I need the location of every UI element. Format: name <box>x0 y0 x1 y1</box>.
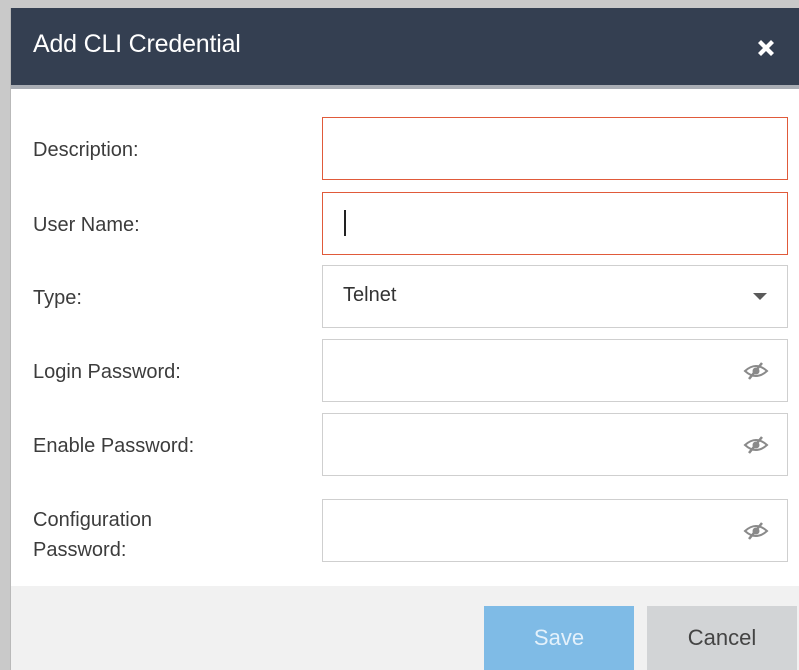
type-label: Type: <box>33 287 82 309</box>
username-input[interactable] <box>322 192 788 255</box>
login-password-input[interactable] <box>322 339 788 402</box>
dialog-footer: Save Cancel <box>11 586 799 670</box>
add-cli-credential-dialog: Add CLI Credential Description: User Nam… <box>10 8 799 670</box>
config-password-input[interactable] <box>322 499 788 562</box>
save-button[interactable]: Save <box>484 606 634 670</box>
config-password-label-line2: Password: <box>33 539 127 561</box>
username-label: User Name: <box>33 214 140 236</box>
description-input[interactable] <box>322 117 788 180</box>
description-label: Description: <box>33 139 139 161</box>
enable-password-label: Enable Password: <box>33 435 195 457</box>
eye-slash-icon[interactable] <box>742 361 770 381</box>
enable-password-input[interactable] <box>322 413 788 476</box>
login-password-label: Login Password: <box>33 361 181 383</box>
eye-slash-icon[interactable] <box>742 521 770 541</box>
dialog-titlebar: Add CLI Credential <box>11 8 799 89</box>
eye-slash-icon[interactable] <box>742 435 770 455</box>
type-select[interactable]: Telnet <box>322 265 788 328</box>
chevron-down-icon <box>753 293 767 300</box>
type-selected-value: Telnet <box>343 284 397 306</box>
config-password-label-line1: Configuration <box>33 509 152 531</box>
dialog-title: Add CLI Credential <box>33 30 241 58</box>
text-cursor <box>344 210 346 236</box>
close-icon[interactable] <box>754 36 778 60</box>
cancel-button[interactable]: Cancel <box>647 606 797 670</box>
config-password-label: Configuration Password: <box>33 505 152 565</box>
